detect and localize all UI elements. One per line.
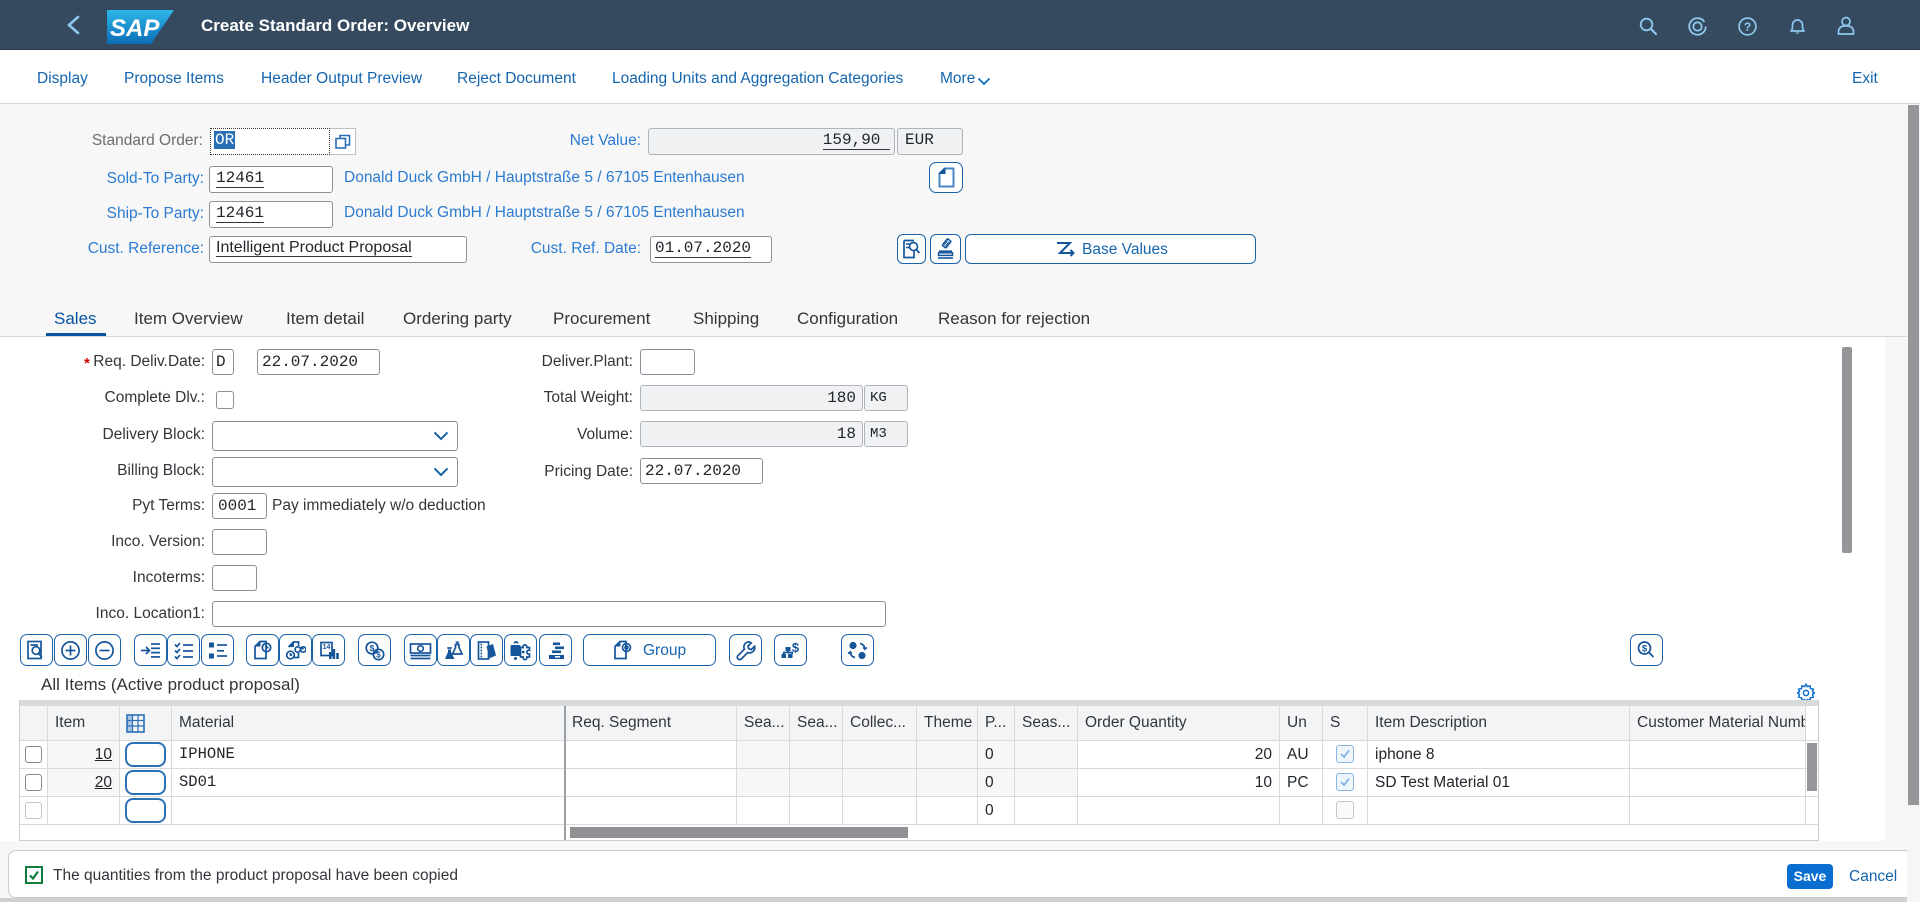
svg-text:14: 14 [323,644,331,651]
svg-text:$: $ [376,651,381,660]
svg-text:$: $ [792,640,800,655]
svg-text:?: ? [1744,20,1751,34]
svg-text:SAP: SAP [110,15,160,42]
svg-text:$: $ [1642,644,1648,655]
